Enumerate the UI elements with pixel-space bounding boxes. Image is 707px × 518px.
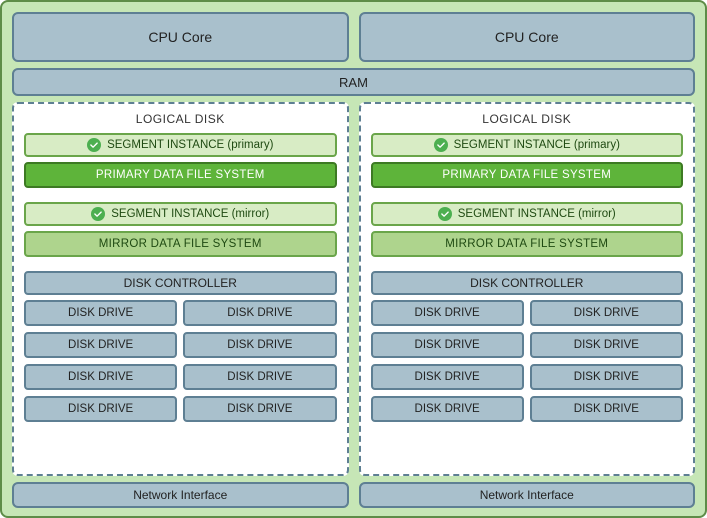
disk-drive: DISK DRIVE <box>530 396 683 422</box>
segment-instance-primary: SEGMENT INSTANCE (primary) <box>24 133 337 157</box>
disk-drive: DISK DRIVE <box>24 364 177 390</box>
cpu-core-left: CPU Core <box>12 12 349 62</box>
primary-data-file-system: PRIMARY DATA FILE SYSTEM <box>371 162 684 188</box>
disk-drive: DISK DRIVE <box>371 396 524 422</box>
disk-controller: DISK CONTROLLER <box>371 271 684 295</box>
disk-drive: DISK DRIVE <box>24 300 177 326</box>
mirror-data-file-system: MIRROR DATA FILE SYSTEM <box>24 231 337 257</box>
segment-primary-label: SEGMENT INSTANCE (primary) <box>107 139 273 151</box>
logical-disk-title: LOGICAL DISK <box>24 110 337 128</box>
disk-drive: DISK DRIVE <box>530 332 683 358</box>
cpu-row: CPU Core CPU Core <box>12 12 695 62</box>
disk-drive: DISK DRIVE <box>183 300 336 326</box>
primary-data-file-system: PRIMARY DATA FILE SYSTEM <box>24 162 337 188</box>
disk-drive: DISK DRIVE <box>371 364 524 390</box>
disk-drive: DISK DRIVE <box>183 332 336 358</box>
segment-instance-primary: SEGMENT INSTANCE (primary) <box>371 133 684 157</box>
mirror-data-file-system: MIRROR DATA FILE SYSTEM <box>371 231 684 257</box>
disk-drive-grid: DISK DRIVE DISK DRIVE DISK DRIVE DISK DR… <box>371 300 684 422</box>
segment-mirror-label: SEGMENT INSTANCE (mirror) <box>111 208 269 220</box>
ram-bar: RAM <box>12 68 695 96</box>
checkmark-icon <box>438 207 452 221</box>
network-interface-right: Network Interface <box>359 482 696 508</box>
cpu-core-right: CPU Core <box>359 12 696 62</box>
network-interface-left: Network Interface <box>12 482 349 508</box>
disk-drive: DISK DRIVE <box>183 396 336 422</box>
logical-disk-left: LOGICAL DISK SEGMENT INSTANCE (primary) … <box>12 102 349 476</box>
segment-instance-mirror: SEGMENT INSTANCE (mirror) <box>24 202 337 226</box>
disk-drive: DISK DRIVE <box>371 332 524 358</box>
disk-drive: DISK DRIVE <box>24 396 177 422</box>
segment-instance-mirror: SEGMENT INSTANCE (mirror) <box>371 202 684 226</box>
segment-mirror-label: SEGMENT INSTANCE (mirror) <box>458 208 616 220</box>
disk-drive: DISK DRIVE <box>530 300 683 326</box>
disk-drive: DISK DRIVE <box>24 332 177 358</box>
architecture-board: CPU Core CPU Core RAM LOGICAL DISK SEGME… <box>0 0 707 518</box>
checkmark-icon <box>87 138 101 152</box>
checkmark-icon <box>91 207 105 221</box>
checkmark-icon <box>434 138 448 152</box>
disk-drive: DISK DRIVE <box>530 364 683 390</box>
disk-drive: DISK DRIVE <box>371 300 524 326</box>
disk-controller: DISK CONTROLLER <box>24 271 337 295</box>
logical-disks-row: LOGICAL DISK SEGMENT INSTANCE (primary) … <box>12 102 695 476</box>
segment-primary-label: SEGMENT INSTANCE (primary) <box>454 139 620 151</box>
logical-disk-title: LOGICAL DISK <box>371 110 684 128</box>
disk-drive-grid: DISK DRIVE DISK DRIVE DISK DRIVE DISK DR… <box>24 300 337 422</box>
disk-drive: DISK DRIVE <box>183 364 336 390</box>
network-row: Network Interface Network Interface <box>12 482 695 508</box>
logical-disk-right: LOGICAL DISK SEGMENT INSTANCE (primary) … <box>359 102 696 476</box>
